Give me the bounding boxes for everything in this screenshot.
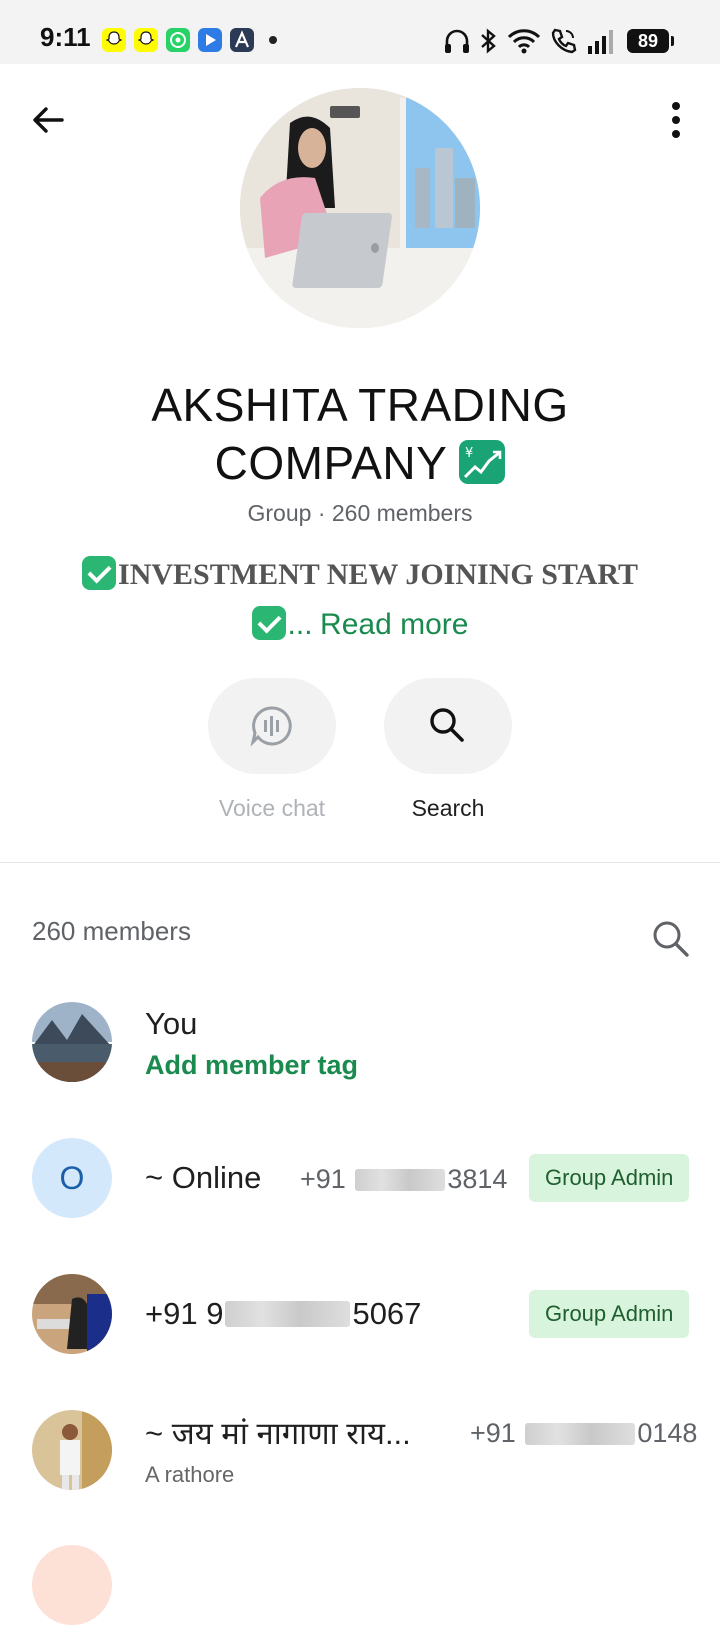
members-search-button[interactable]	[650, 918, 690, 958]
group-name-line2: COMPANY	[214, 437, 448, 489]
phone-suffix: 5067	[352, 1296, 422, 1331]
section-divider	[0, 862, 720, 863]
status-bar: 9:11 89	[0, 0, 720, 64]
search-icon	[430, 708, 464, 742]
avatar	[32, 1274, 112, 1354]
wifi-icon	[506, 26, 542, 61]
redacted-phone	[355, 1169, 446, 1191]
member-phone: +91 0148	[470, 1418, 697, 1449]
member-row[interactable]: You Add member tag	[0, 1000, 720, 1100]
avatar: O	[32, 1138, 112, 1218]
call-icon	[548, 26, 578, 61]
phone-suffix: 0148	[637, 1418, 698, 1448]
redacted-phone	[225, 1301, 351, 1327]
add-member-tag-link[interactable]: Add member tag	[145, 1050, 358, 1081]
group-meta: Group · 260 members	[247, 500, 473, 526]
phone-suffix: 3814	[447, 1164, 508, 1194]
member-about: A rathore	[145, 1462, 235, 1487]
phone-prefix: +91	[470, 1418, 516, 1448]
member-phone: +91 3814	[300, 1164, 507, 1195]
snapchat-icon	[102, 28, 126, 52]
description-text: INVESTMENT NEW JOINING START	[118, 558, 638, 591]
chart-increasing-yen-icon: ¥	[459, 440, 506, 484]
whatsapp-icon	[166, 28, 190, 52]
arrow-left-icon	[33, 107, 64, 133]
voice-chat-label: Voice chat	[218, 795, 326, 821]
member-row[interactable]: ~ जय मां नागाणा राय... A rathore +91 014…	[0, 1408, 720, 1508]
signal-icon	[586, 26, 616, 61]
status-time: 9:11	[40, 22, 91, 52]
member-name: ~ Online	[145, 1160, 262, 1195]
search-icon	[653, 921, 689, 957]
member-name: You	[145, 1006, 198, 1041]
snapchat-icon	[134, 28, 158, 52]
search-label: Search	[411, 795, 485, 821]
more-options-button[interactable]	[660, 100, 692, 140]
group-admin-badge: Group Admin	[529, 1154, 690, 1202]
member-row[interactable]: +91 9 5067 Group Admin	[0, 1272, 720, 1372]
back-button[interactable]	[28, 100, 68, 140]
description-ellipsis: ...	[287, 608, 313, 641]
members-count-header: 260 members	[32, 916, 191, 946]
voice-chat-icon	[250, 706, 292, 747]
group-description: INVESTMENT NEW JOINING START ... Read mo…	[40, 550, 680, 650]
member-row[interactable]: O ~ Online +91 3814 Group Admin	[0, 1136, 720, 1236]
avatar	[32, 1410, 112, 1490]
group-photo-image	[240, 88, 480, 328]
notification-dot-icon	[269, 36, 277, 44]
phone-prefix: +91 9	[145, 1296, 224, 1331]
check-mark-icon	[251, 606, 286, 640]
member-name: +91 9 5067	[145, 1296, 421, 1332]
redacted-phone	[525, 1423, 636, 1445]
avatar	[32, 1002, 112, 1082]
play-icon	[198, 28, 222, 52]
group-name-line1: AKSHITA TRADING	[151, 379, 569, 431]
more-vert-icon	[672, 102, 680, 138]
battery-level: 89	[627, 29, 674, 53]
a-icon	[230, 28, 254, 52]
search-button[interactable]	[384, 678, 512, 774]
check-mark-icon	[82, 556, 117, 590]
svg-text:¥: ¥	[465, 446, 474, 461]
member-name: ~ जय मां नागाणा राय...	[145, 1416, 411, 1451]
bluetooth-icon	[478, 26, 498, 61]
group-photo[interactable]	[240, 88, 480, 328]
group-admin-badge: Group Admin	[529, 1290, 690, 1338]
read-more-link[interactable]: Read more	[320, 608, 468, 641]
phone-prefix: +91	[300, 1164, 346, 1194]
avatar	[32, 1545, 112, 1625]
group-name: AKSHITA TRADING COMPANY ¥	[60, 376, 660, 492]
headphones-icon	[442, 26, 472, 61]
voice-chat-button[interactable]	[208, 678, 336, 774]
